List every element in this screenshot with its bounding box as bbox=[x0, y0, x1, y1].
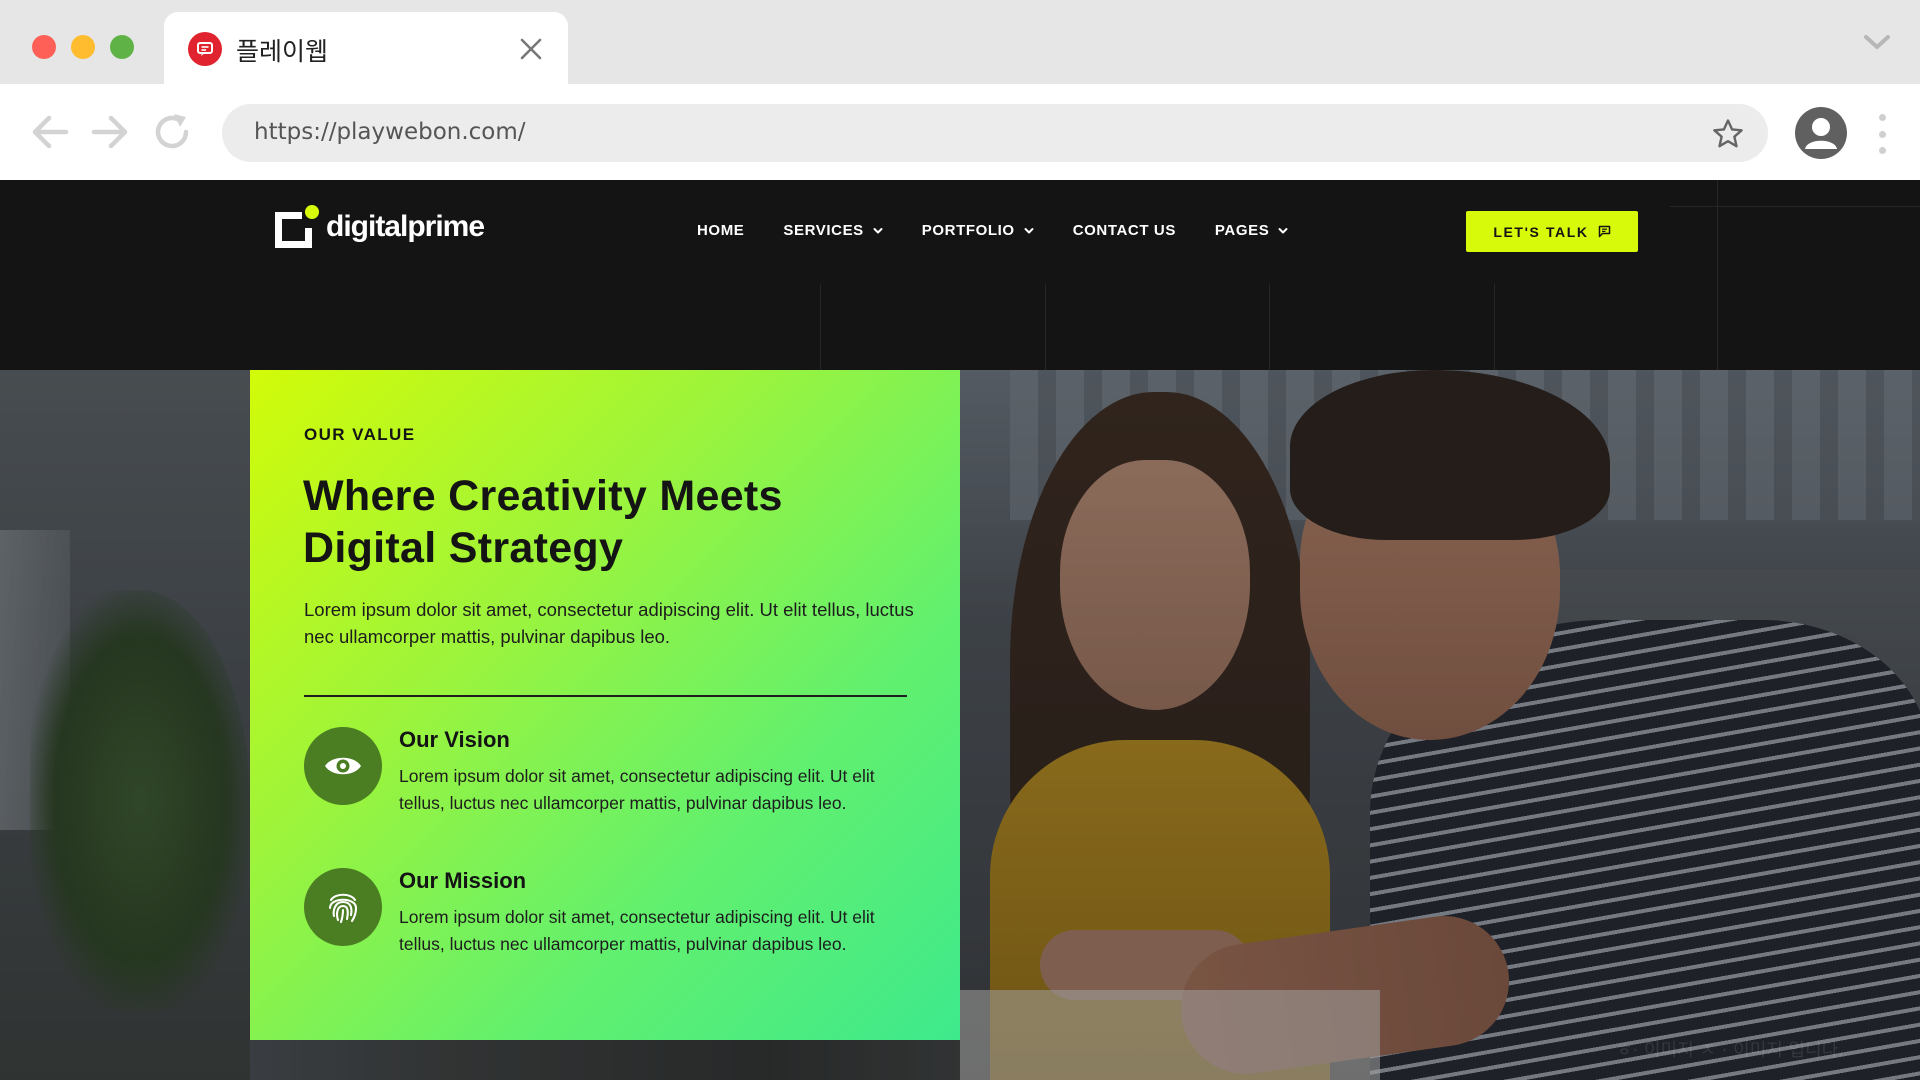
browser-menu-icon[interactable] bbox=[1872, 114, 1892, 154]
section-headline: Where Creativity Meets Digital Strategy bbox=[303, 470, 923, 574]
forward-arrow-icon[interactable] bbox=[88, 110, 132, 154]
window-minimize-button[interactable] bbox=[71, 35, 95, 59]
feature-title: Our Mission bbox=[399, 868, 527, 893]
browser-tab-bar: 플레이웹 bbox=[0, 0, 1920, 84]
feature-text: Lorem ipsum dolor sit amet, consectetur … bbox=[399, 907, 875, 954]
headline-line: Where Creativity Meets bbox=[303, 472, 783, 520]
feature-title: Our Vision bbox=[399, 727, 510, 752]
eye-icon bbox=[304, 727, 382, 805]
site-favicon-icon bbox=[188, 32, 222, 66]
url-text[interactable]: https://playwebon.com/ bbox=[254, 119, 526, 145]
logo-text: digitalprime bbox=[326, 210, 485, 243]
tab-close-icon[interactable] bbox=[516, 34, 546, 64]
our-value-card: OUR VALUE Where Creativity Meets Digital… bbox=[250, 370, 960, 1040]
reload-icon[interactable] bbox=[150, 110, 194, 154]
logo-mark-icon bbox=[272, 204, 319, 250]
nav-contact-us[interactable]: CONTACT US bbox=[1073, 222, 1176, 239]
nav-label: SERVICES bbox=[783, 222, 864, 239]
nav-home[interactable]: HOME bbox=[697, 222, 744, 239]
chat-bubble-icon bbox=[1598, 225, 1611, 238]
window-close-button[interactable] bbox=[32, 35, 56, 59]
site-logo[interactable]: digitalprime bbox=[272, 204, 485, 250]
nav-label: HOME bbox=[697, 222, 745, 239]
grid-line bbox=[1670, 206, 1920, 207]
back-arrow-icon[interactable] bbox=[28, 110, 72, 154]
grid-line bbox=[1717, 180, 1718, 370]
grid-line bbox=[820, 284, 821, 370]
profile-avatar-icon[interactable] bbox=[1795, 107, 1847, 159]
main-navigation: HOME SERVICES PORTFOLIO CONTACT US PAGES bbox=[697, 222, 1327, 239]
section-lead-text: Lorem ipsum dolor sit amet, consectetur … bbox=[304, 599, 914, 647]
nav-label: CONTACT US bbox=[1072, 222, 1176, 239]
feature-text: Lorem ipsum dolor sit amet, consectetur … bbox=[399, 766, 875, 813]
tab-title: 플레이웹 bbox=[236, 37, 329, 66]
nav-portfolio[interactable]: PORTFOLIO bbox=[922, 222, 1034, 239]
fingerprint-icon bbox=[304, 868, 382, 946]
site-header: digitalprime HOME SERVICES PORTFOLIO CON… bbox=[0, 180, 1920, 370]
headline-line: Digital Strategy bbox=[303, 524, 624, 572]
grid-line bbox=[1494, 284, 1495, 370]
watermark-text: ㅎ· 이미지 ㅈ · 이미지 입니다. bbox=[1616, 1040, 1844, 1061]
grid-line bbox=[1045, 284, 1046, 370]
nav-label: PAGES bbox=[1214, 222, 1270, 239]
tab-list-chevron-icon[interactable] bbox=[1862, 30, 1892, 54]
lets-talk-button[interactable]: LET'S TALK bbox=[1466, 211, 1638, 252]
bookmark-star-icon[interactable] bbox=[1710, 116, 1746, 152]
divider bbox=[304, 695, 907, 697]
chevron-down-icon bbox=[1024, 227, 1034, 235]
section-eyebrow: OUR VALUE bbox=[304, 425, 416, 444]
nav-services[interactable]: SERVICES bbox=[783, 222, 883, 239]
nav-label: PORTFOLIO bbox=[921, 222, 1015, 239]
chevron-down-icon bbox=[1278, 227, 1288, 235]
browser-tab[interactable]: 플레이웹 bbox=[164, 12, 568, 84]
browser-toolbar: https://playwebon.com/ bbox=[0, 84, 1920, 180]
address-bar[interactable]: https://playwebon.com/ bbox=[222, 104, 1768, 162]
nav-pages[interactable]: PAGES bbox=[1215, 222, 1288, 239]
cta-label: LET'S TALK bbox=[1493, 223, 1589, 240]
chevron-down-icon bbox=[873, 227, 883, 235]
grid-line bbox=[1269, 284, 1270, 370]
window-maximize-button[interactable] bbox=[110, 35, 134, 59]
